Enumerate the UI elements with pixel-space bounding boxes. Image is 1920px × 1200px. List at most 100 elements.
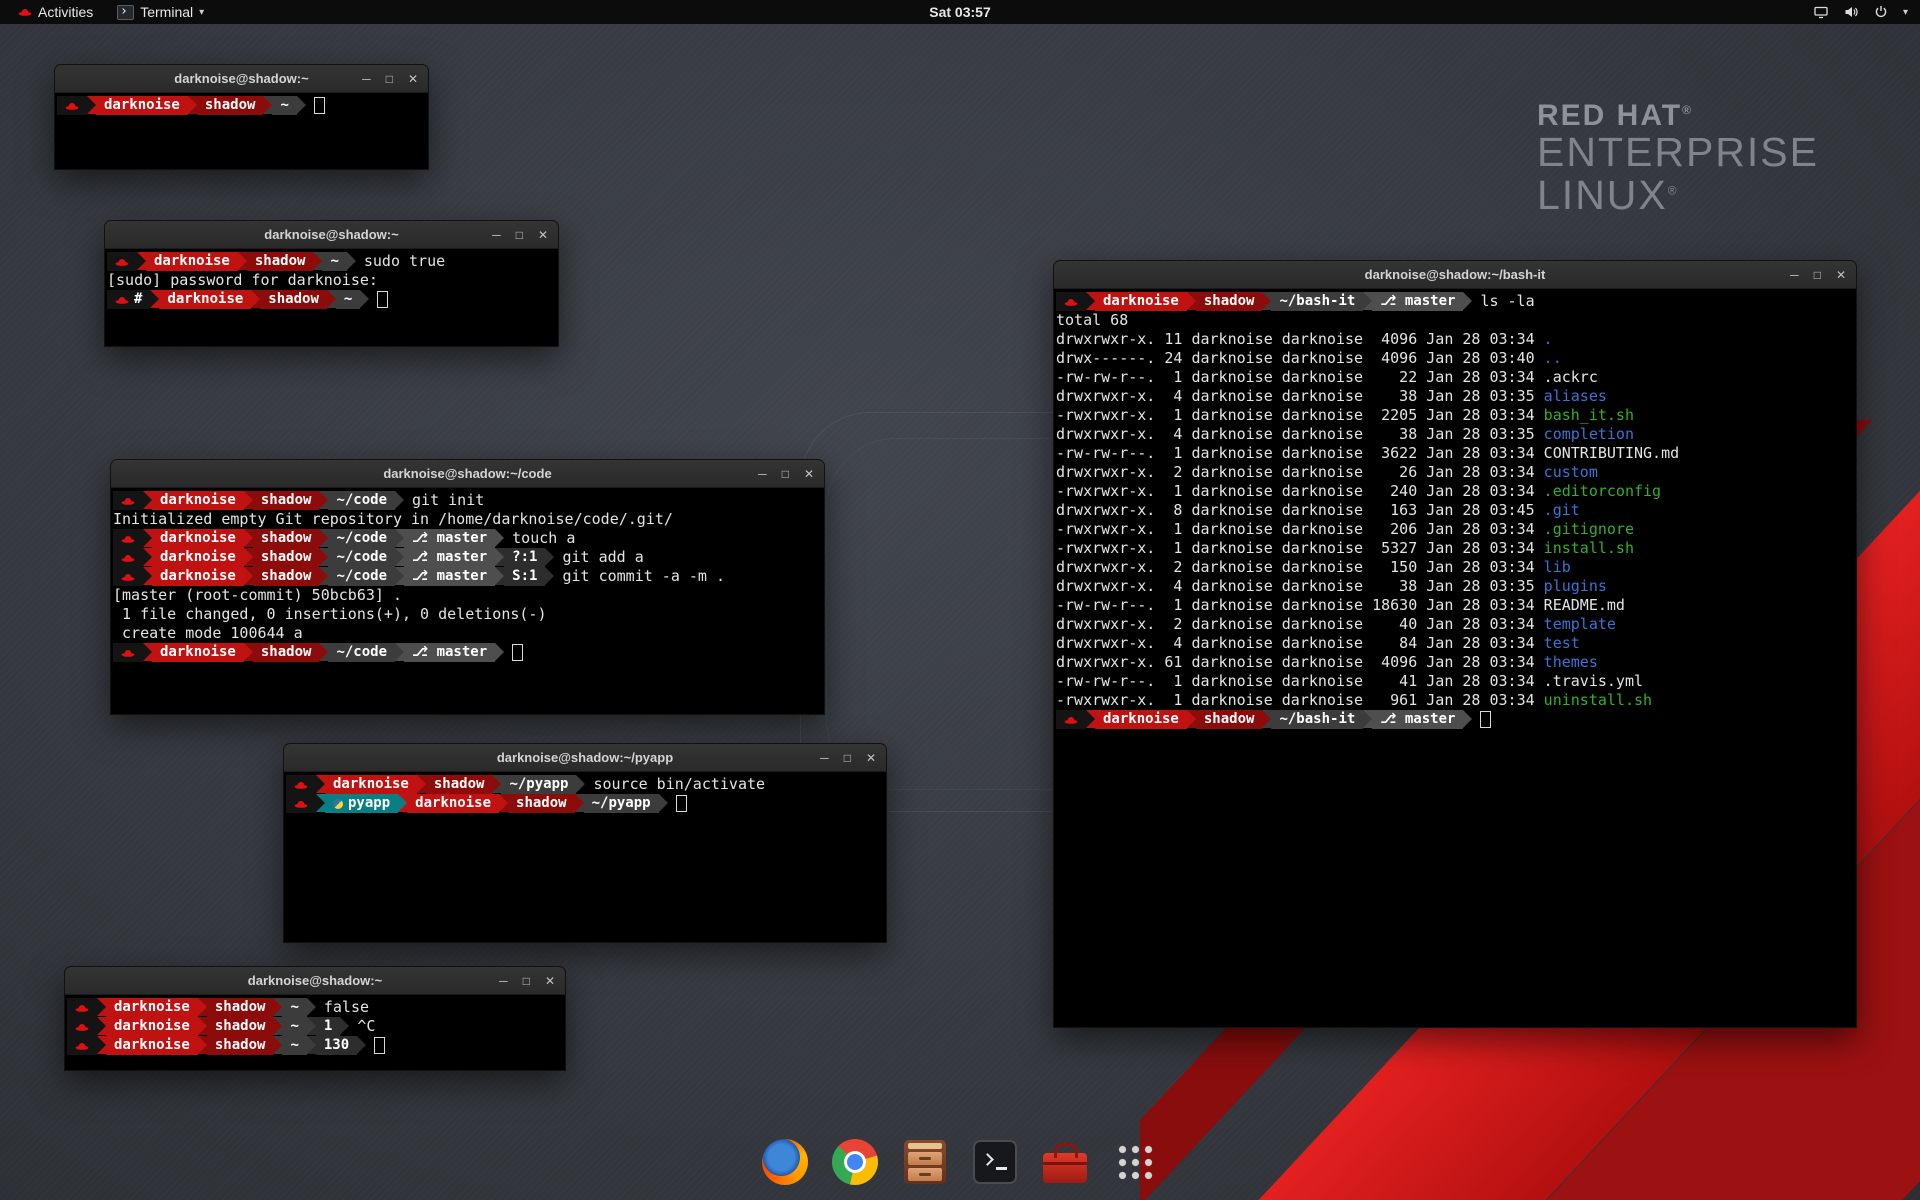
window-titlebar[interactable]: darknoise@shadow:~ ─ □ ✕ bbox=[65, 967, 565, 995]
prompt-segment: shadow bbox=[508, 794, 575, 813]
dock-terminal[interactable] bbox=[969, 1134, 1021, 1190]
terminal-window[interactable]: darknoise@shadow:~ ─ □ ✕ darknoiseshadow… bbox=[54, 64, 429, 170]
chevron-down-icon: ▾ bbox=[199, 7, 204, 18]
dock-app-grid[interactable] bbox=[1109, 1134, 1161, 1190]
terminal-line: darknoiseshadow~/code⎇ masterS:1git comm… bbox=[113, 567, 822, 586]
terminal-line: darknoiseshadow~/code⎇ master bbox=[113, 643, 822, 662]
maximize-button[interactable]: □ bbox=[844, 752, 851, 764]
terminal-text: -rw-rw-r--. 1 darknoise darknoise 41 Jan… bbox=[1056, 672, 1544, 691]
maximize-button[interactable]: □ bbox=[782, 468, 789, 480]
display-icon[interactable] bbox=[1813, 4, 1829, 20]
minimize-button[interactable]: ─ bbox=[1790, 269, 1799, 281]
powerline-arrow-icon bbox=[244, 643, 253, 661]
hat-prompt-segment bbox=[113, 529, 143, 548]
prompt-segment: shadow bbox=[253, 529, 320, 548]
prompt-segment: shadow bbox=[1196, 710, 1263, 729]
terminal-cursor bbox=[314, 97, 325, 114]
volume-icon[interactable] bbox=[1843, 4, 1859, 20]
terminal-text: sudo true bbox=[364, 252, 445, 271]
activities-label: Activities bbox=[38, 4, 93, 20]
terminal-line: -rwxrwxr-x. 1 darknoise darknoise 5327 J… bbox=[1056, 539, 1854, 558]
close-button[interactable]: ✕ bbox=[804, 468, 814, 480]
window-titlebar[interactable]: darknoise@shadow:~ ─ □ ✕ bbox=[105, 221, 558, 249]
prompt-segment: ~/pyapp bbox=[501, 775, 576, 794]
maximize-button[interactable]: □ bbox=[516, 229, 523, 241]
py-prompt-segment: pyapp bbox=[325, 794, 398, 813]
hat-prompt-segment bbox=[107, 252, 137, 271]
powerline-arrow-icon bbox=[297, 96, 306, 114]
terminal-text: aliases bbox=[1544, 387, 1607, 406]
powerline-arrow-icon bbox=[97, 1017, 106, 1035]
minimize-button[interactable]: ─ bbox=[820, 752, 829, 764]
close-button[interactable]: ✕ bbox=[408, 73, 418, 85]
prompt-segment: shadow bbox=[207, 1017, 274, 1036]
terminal-text: README.md bbox=[1544, 596, 1625, 615]
window-titlebar[interactable]: darknoise@shadow:~/code ─ □ ✕ bbox=[111, 460, 824, 488]
app-menu-terminal[interactable]: Terminal ▾ bbox=[107, 0, 214, 24]
terminal-line: -rwxrwxr-x. 1 darknoise darknoise 2205 J… bbox=[1056, 406, 1854, 425]
terminal-body[interactable]: darknoiseshadow~/pyappsource bin/activat… bbox=[284, 772, 886, 816]
terminal-cursor bbox=[374, 1037, 385, 1054]
clock[interactable]: Sat 03:57 bbox=[929, 4, 990, 20]
close-button[interactable]: ✕ bbox=[1836, 269, 1846, 281]
dock-firefox[interactable] bbox=[759, 1134, 811, 1190]
terminal-body[interactable]: darknoiseshadow~falsedarknoiseshadow~1^C… bbox=[65, 995, 565, 1058]
powerline-arrow-icon bbox=[198, 1036, 207, 1054]
maximize-button[interactable]: □ bbox=[1814, 269, 1821, 281]
terminal-body[interactable]: darknoiseshadow~/codegit initInitialized… bbox=[111, 488, 824, 665]
window-titlebar[interactable]: darknoise@shadow:~/pyapp ─ □ ✕ bbox=[284, 744, 886, 772]
minimize-button[interactable]: ─ bbox=[492, 229, 501, 241]
window-titlebar[interactable]: darknoise@shadow:~/bash-it ─ □ ✕ bbox=[1054, 261, 1856, 289]
terminal-text: ls -la bbox=[1480, 292, 1534, 311]
dock-files[interactable] bbox=[899, 1134, 951, 1190]
close-button[interactable]: ✕ bbox=[866, 752, 876, 764]
powerline-arrow-icon bbox=[137, 252, 146, 270]
redhat-icon bbox=[121, 495, 135, 507]
terminal-body[interactable]: darknoiseshadow~/bash-it⎇ masterls -lato… bbox=[1054, 289, 1856, 732]
close-button[interactable]: ✕ bbox=[538, 229, 548, 241]
powerline-arrow-icon bbox=[340, 1017, 349, 1035]
terminal-line: 1 file changed, 0 insertions(+), 0 delet… bbox=[113, 605, 822, 624]
dock-chrome[interactable] bbox=[829, 1134, 881, 1190]
powerline-arrow-icon bbox=[97, 998, 106, 1016]
terminal-line: darknoiseshadow~false bbox=[67, 998, 563, 1017]
terminal-window[interactable]: darknoise@shadow:~ ─ □ ✕ darknoiseshadow… bbox=[104, 220, 559, 347]
terminal-text: lib bbox=[1544, 558, 1571, 577]
minimize-button[interactable]: ─ bbox=[499, 975, 508, 987]
powerline-arrow-icon bbox=[273, 1017, 282, 1035]
terminal-window[interactable]: darknoise@shadow:~ ─ □ ✕ darknoiseshadow… bbox=[64, 966, 566, 1071]
prompt-segment: darknoise bbox=[96, 96, 188, 115]
window-titlebar[interactable]: darknoise@shadow:~ ─ □ ✕ bbox=[55, 65, 428, 93]
terminal-text: -rwxrwxr-x. 1 darknoise darknoise 961 Ja… bbox=[1056, 691, 1544, 710]
terminal-cursor bbox=[1480, 711, 1491, 728]
terminal-text: drwxrwxr-x. 4 darknoise darknoise 84 Jan… bbox=[1056, 634, 1544, 653]
terminal-text: .editorconfig bbox=[1544, 482, 1661, 501]
window-title: darknoise@shadow:~ bbox=[174, 71, 308, 86]
redhat-logo-icon bbox=[18, 6, 32, 18]
minimize-button[interactable]: ─ bbox=[758, 468, 767, 480]
prompt-segment: darknoise bbox=[152, 643, 244, 662]
terminal-text: source bin/activate bbox=[593, 775, 765, 794]
terminal-window[interactable]: darknoise@shadow:~/bash-it ─ □ ✕ darknoi… bbox=[1053, 260, 1857, 1028]
maximize-button[interactable]: □ bbox=[386, 73, 393, 85]
dock-toolbox[interactable] bbox=[1039, 1134, 1091, 1190]
redhat-icon bbox=[75, 1002, 89, 1014]
terminal-body[interactable]: darknoiseshadow~sudo true[sudo] password… bbox=[105, 249, 558, 312]
minimize-button[interactable]: ─ bbox=[362, 73, 371, 85]
prompt-segment: ⎇ master bbox=[404, 567, 495, 586]
terminal-line: drwxrwxr-x. 4 darknoise darknoise 38 Jan… bbox=[1056, 387, 1854, 406]
terminal-window[interactable]: darknoise@shadow:~/code ─ □ ✕ darknoises… bbox=[110, 459, 825, 715]
terminal-line: drwxrwxr-x. 11 darknoise darknoise 4096 … bbox=[1056, 330, 1854, 349]
prompt-segment: ~/bash-it bbox=[1271, 292, 1363, 311]
power-icon[interactable] bbox=[1873, 4, 1889, 20]
terminal-text: Initialized empty Git repository in /hom… bbox=[113, 510, 673, 529]
close-button[interactable]: ✕ bbox=[545, 975, 555, 987]
terminal-line: -rwxrwxr-x. 1 darknoise darknoise 240 Ja… bbox=[1056, 482, 1854, 501]
maximize-button[interactable]: □ bbox=[523, 975, 530, 987]
system-menu-caret-icon[interactable]: ▾ bbox=[1903, 7, 1908, 18]
activities-button[interactable]: Activities bbox=[8, 0, 103, 24]
powerline-arrow-icon bbox=[316, 794, 325, 812]
terminal-body[interactable]: darknoiseshadow~ bbox=[55, 93, 428, 118]
terminal-window[interactable]: darknoise@shadow:~/pyapp ─ □ ✕ darknoise… bbox=[283, 743, 887, 943]
powerline-arrow-icon bbox=[251, 290, 260, 308]
